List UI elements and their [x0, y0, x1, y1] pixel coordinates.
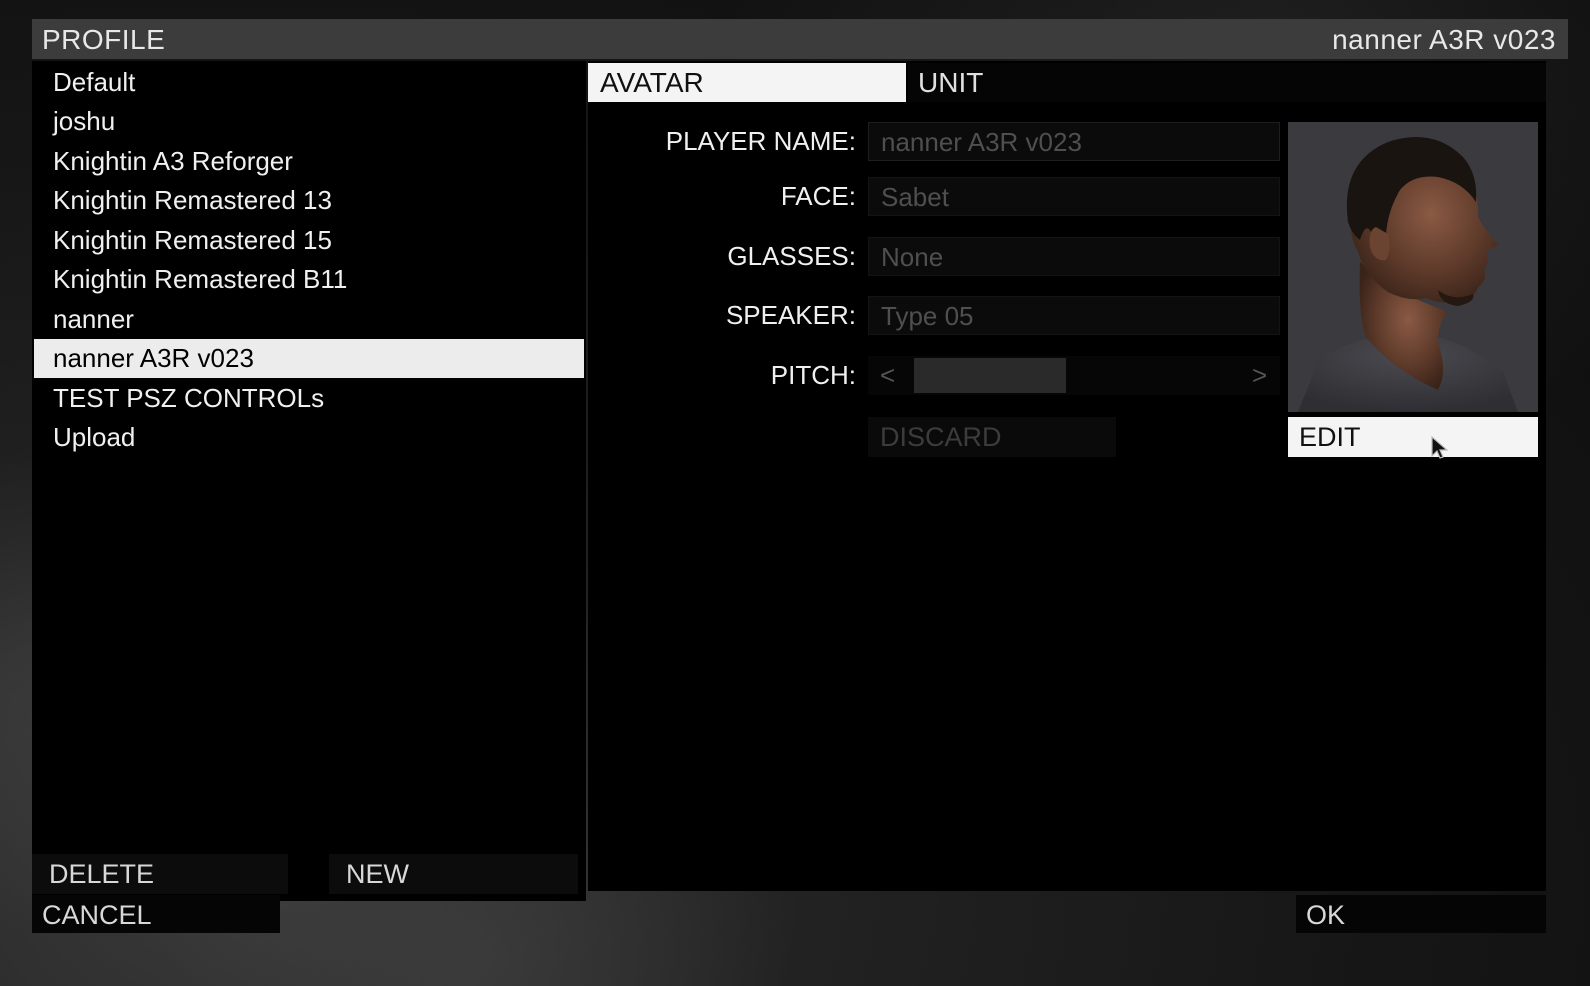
- pitch-slider-handle[interactable]: [914, 358, 1066, 393]
- speaker-label: SPEAKER:: [725, 300, 856, 330]
- pitch-decrease-icon[interactable]: <: [880, 356, 895, 395]
- pitch-increase-icon[interactable]: >: [1252, 356, 1267, 395]
- avatar-portrait: [1288, 122, 1538, 412]
- profile-list-item[interactable]: joshu: [34, 102, 584, 141]
- player-name-label: PLAYER NAME:: [665, 126, 856, 156]
- dialog-title: PROFILE: [42, 24, 166, 55]
- head-profile-icon: [1298, 137, 1518, 412]
- profile-list-item[interactable]: Knightin A3 Reforger: [34, 142, 584, 181]
- speaker-field[interactable]: Type 05: [868, 296, 1280, 335]
- pitch-label: PITCH:: [770, 360, 856, 390]
- profile-details-panel: AVATAR UNIT PLAYER NAME: nanner A3R v023…: [588, 61, 1546, 891]
- profile-list-item[interactable]: TEST PSZ CONTROLs: [34, 379, 584, 418]
- profile-list-item-selected[interactable]: nanner A3R v023: [34, 339, 584, 378]
- pitch-slider[interactable]: < >: [868, 356, 1280, 395]
- profile-list-item[interactable]: nanner: [34, 300, 584, 339]
- profile-list-item[interactable]: Knightin Remastered 15: [34, 221, 584, 260]
- edit-button[interactable]: EDIT: [1288, 417, 1538, 457]
- face-field[interactable]: Sabet: [868, 177, 1280, 216]
- mouse-pointer-icon: [1431, 436, 1449, 459]
- profile-list-panel: Default joshu Knightin A3 Reforger Knigh…: [32, 61, 586, 901]
- glasses-field[interactable]: None: [868, 237, 1280, 276]
- discard-button[interactable]: DISCARD: [868, 417, 1116, 457]
- tab-avatar[interactable]: AVATAR: [588, 63, 906, 102]
- profile-list-item[interactable]: Default: [34, 63, 584, 102]
- player-name-field[interactable]: nanner A3R v023: [868, 122, 1280, 161]
- tab-unit[interactable]: UNIT: [906, 63, 1106, 102]
- title-bar: PROFILE nanner A3R v023: [32, 19, 1568, 59]
- profile-list-item[interactable]: Upload: [34, 418, 584, 457]
- current-profile-name: nanner A3R v023: [1332, 24, 1556, 55]
- cancel-button[interactable]: CANCEL: [32, 895, 280, 933]
- profile-list-item[interactable]: Knightin Remastered B11: [34, 260, 584, 299]
- profile-list-item[interactable]: Knightin Remastered 13: [34, 181, 584, 220]
- face-label: FACE:: [780, 181, 856, 211]
- delete-button[interactable]: DELETE: [32, 854, 288, 894]
- glasses-label: GLASSES:: [727, 241, 856, 271]
- ok-button[interactable]: OK: [1296, 895, 1546, 933]
- new-button[interactable]: NEW: [329, 854, 578, 894]
